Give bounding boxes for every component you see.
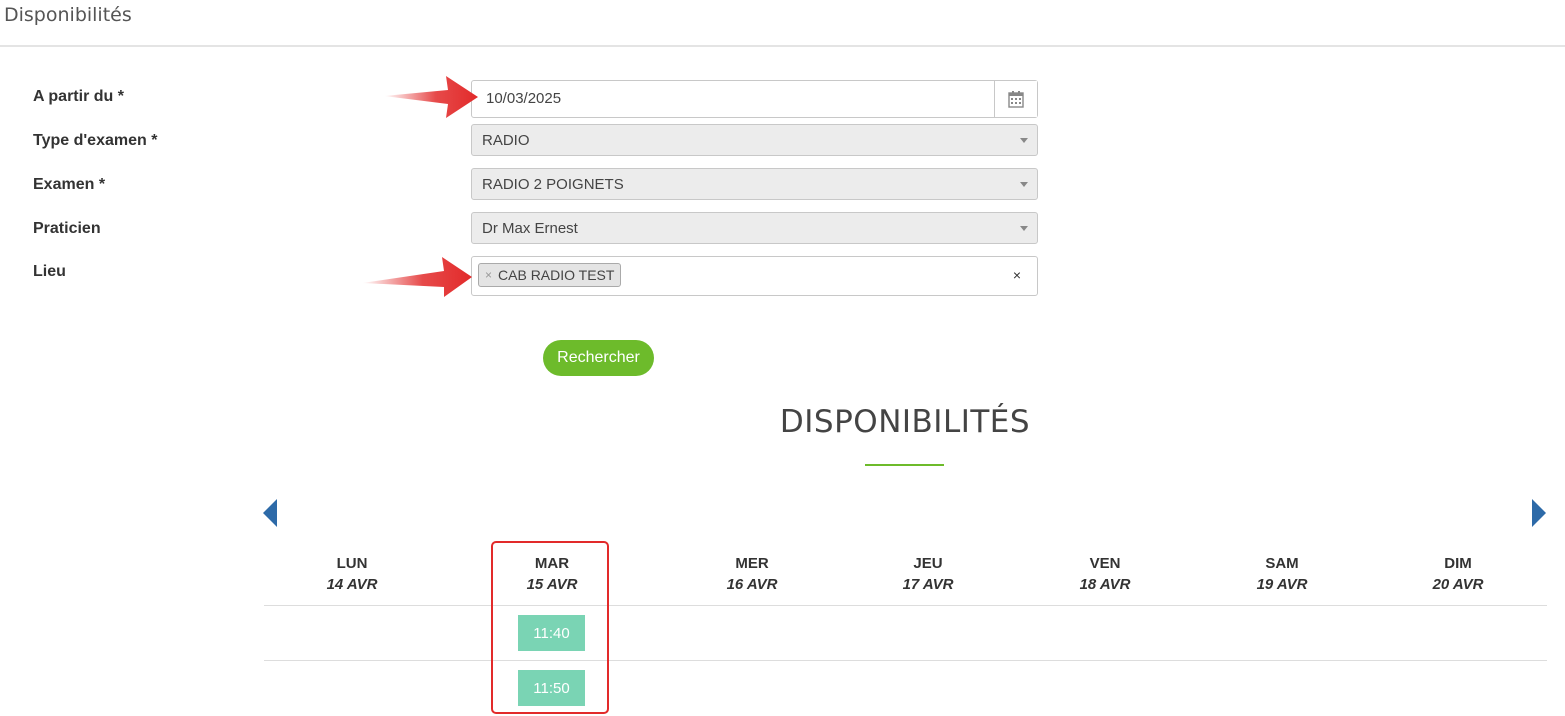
previous-week-icon[interactable] — [263, 499, 277, 527]
caret-down-icon — [1020, 226, 1028, 231]
day-date: 20 AVR — [1432, 576, 1484, 593]
tag-remove-icon[interactable]: × — [485, 268, 492, 282]
exam-type-select[interactable]: RADIO — [471, 124, 1038, 156]
annotation-arrow-icon — [384, 76, 478, 118]
day-name: MER — [735, 555, 769, 572]
search-button[interactable]: Rechercher — [543, 340, 654, 376]
location-label: Lieu — [33, 263, 66, 280]
day-name: VEN — [1089, 555, 1121, 572]
day-header-sun: DIM 20 AVR — [1378, 555, 1538, 593]
day-header-thu: JEU 17 AVR — [848, 555, 1008, 593]
annotation-highlight-box — [491, 541, 609, 714]
location-tag: × CAB RADIO TEST — [478, 263, 622, 287]
calendar-button[interactable] — [994, 81, 1037, 117]
row-divider — [264, 660, 1547, 661]
day-date: 16 AVR — [726, 576, 778, 593]
annotation-arrow-icon — [362, 257, 472, 297]
next-week-icon[interactable] — [1532, 499, 1546, 527]
exam-select[interactable]: RADIO 2 POIGNETS — [471, 168, 1038, 200]
availability-title: DISPONIBILITÉS — [779, 404, 1031, 440]
clear-selection-icon[interactable]: × — [1013, 267, 1021, 283]
day-name: SAM — [1265, 555, 1299, 572]
exam-type-label: Type d'examen * — [33, 132, 158, 149]
exam-label: Examen * — [33, 176, 106, 193]
practitioner-label: Praticien — [33, 220, 101, 237]
day-date: 17 AVR — [902, 576, 954, 593]
calendar-icon — [1008, 90, 1024, 108]
date-value: 10/03/2025 — [486, 90, 562, 107]
title-underline — [865, 464, 944, 466]
location-multiselect[interactable]: × CAB RADIO TEST × — [471, 256, 1038, 296]
day-name: JEU — [913, 555, 943, 572]
date-input[interactable]: 10/03/2025 — [471, 80, 1038, 118]
day-header-fri: VEN 18 AVR — [1025, 555, 1185, 593]
day-date: 19 AVR — [1256, 576, 1308, 593]
day-name: LUN — [336, 555, 368, 572]
exam-value: RADIO 2 POIGNETS — [482, 176, 624, 193]
day-header-sat: SAM 19 AVR — [1202, 555, 1362, 593]
caret-down-icon — [1020, 138, 1028, 143]
location-tag-label: CAB RADIO TEST — [498, 267, 615, 283]
exam-type-value: RADIO — [482, 132, 530, 149]
caret-down-icon — [1020, 182, 1028, 187]
day-date: 18 AVR — [1079, 576, 1131, 593]
day-date: 14 AVR — [326, 576, 378, 593]
date-label: A partir du * — [33, 88, 124, 105]
page-title: Disponibilités — [4, 4, 132, 26]
practitioner-select[interactable]: Dr Max Ernest — [471, 212, 1038, 244]
page-header: Disponibilités — [0, 0, 1565, 47]
day-header-mon: LUN 14 AVR — [272, 555, 432, 593]
day-header-wed: MER 16 AVR — [672, 555, 832, 593]
row-divider — [264, 605, 1547, 606]
practitioner-value: Dr Max Ernest — [482, 220, 578, 237]
day-name: DIM — [1444, 555, 1472, 572]
